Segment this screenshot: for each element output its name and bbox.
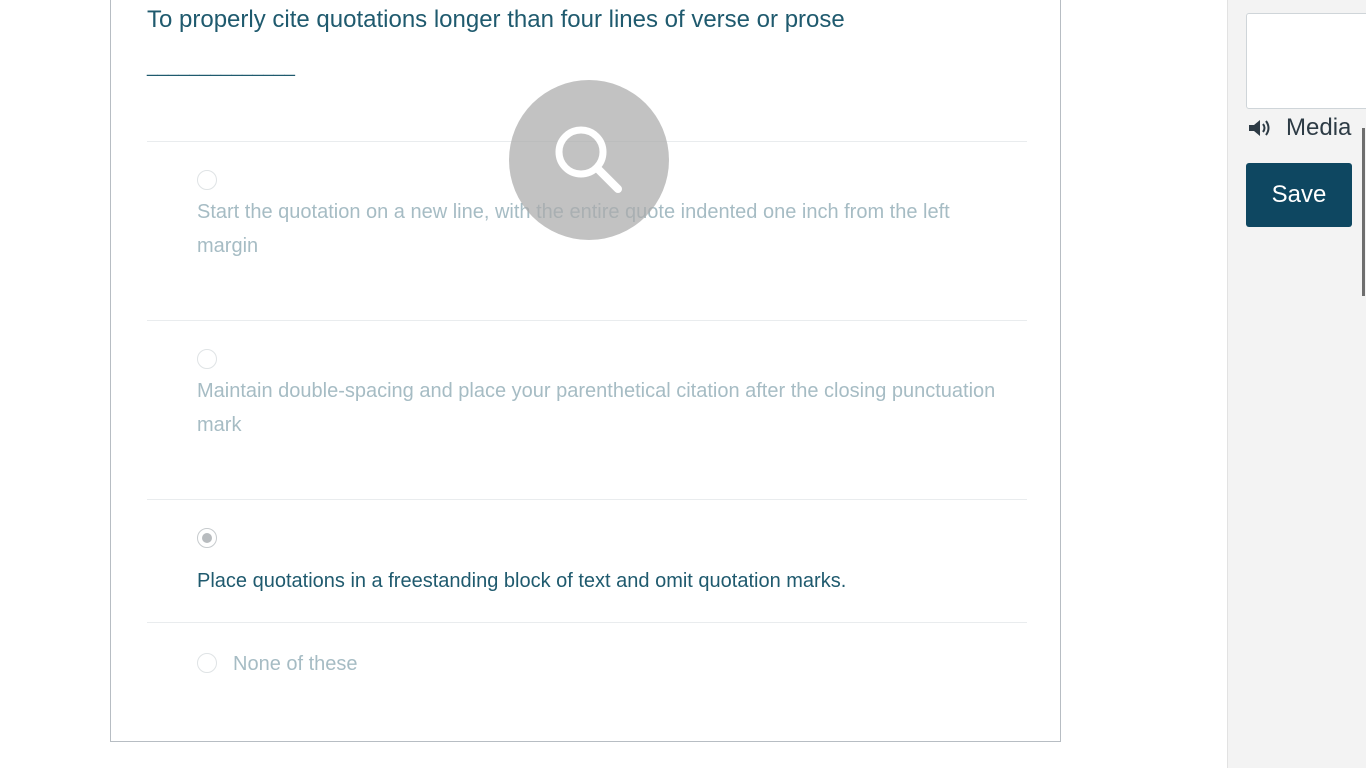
answer-blank: ______________: [147, 56, 295, 77]
scrollbar[interactable]: [1362, 128, 1365, 296]
answer-option-3[interactable]: Place quotations in a freestanding block…: [197, 528, 997, 608]
zoom-overlay[interactable]: [509, 80, 669, 240]
search-icon: [555, 126, 622, 193]
page: To properly cite quotations longer than …: [0, 0, 1366, 768]
option-2-label: Maintain double-spacing and place your p…: [197, 380, 996, 436]
question-text: To properly cite quotations longer than …: [147, 6, 845, 33]
radio-button-option-4[interactable]: [197, 653, 217, 673]
answer-option-4[interactable]: None of these: [197, 652, 997, 686]
radio-button-option-3[interactable]: [197, 528, 217, 548]
media-label: Media: [1286, 114, 1352, 141]
save-button[interactable]: Save: [1246, 163, 1352, 227]
radio-button-option-1[interactable]: [197, 170, 217, 190]
media-button[interactable]: Media: [1248, 112, 1351, 144]
answer-option-2[interactable]: Maintain double-spacing and place your p…: [197, 349, 997, 459]
option-4-label: None of these: [233, 653, 358, 675]
comment-textarea[interactable]: [1246, 13, 1366, 109]
option-3-label: Place quotations in a freestanding block…: [197, 570, 847, 592]
divider: [147, 499, 1027, 500]
sidebar: Media Save: [1227, 0, 1366, 768]
radio-button-option-2[interactable]: [197, 349, 217, 369]
speaker-icon: [1249, 120, 1270, 136]
divider: [147, 320, 1027, 321]
divider: [147, 622, 1027, 623]
